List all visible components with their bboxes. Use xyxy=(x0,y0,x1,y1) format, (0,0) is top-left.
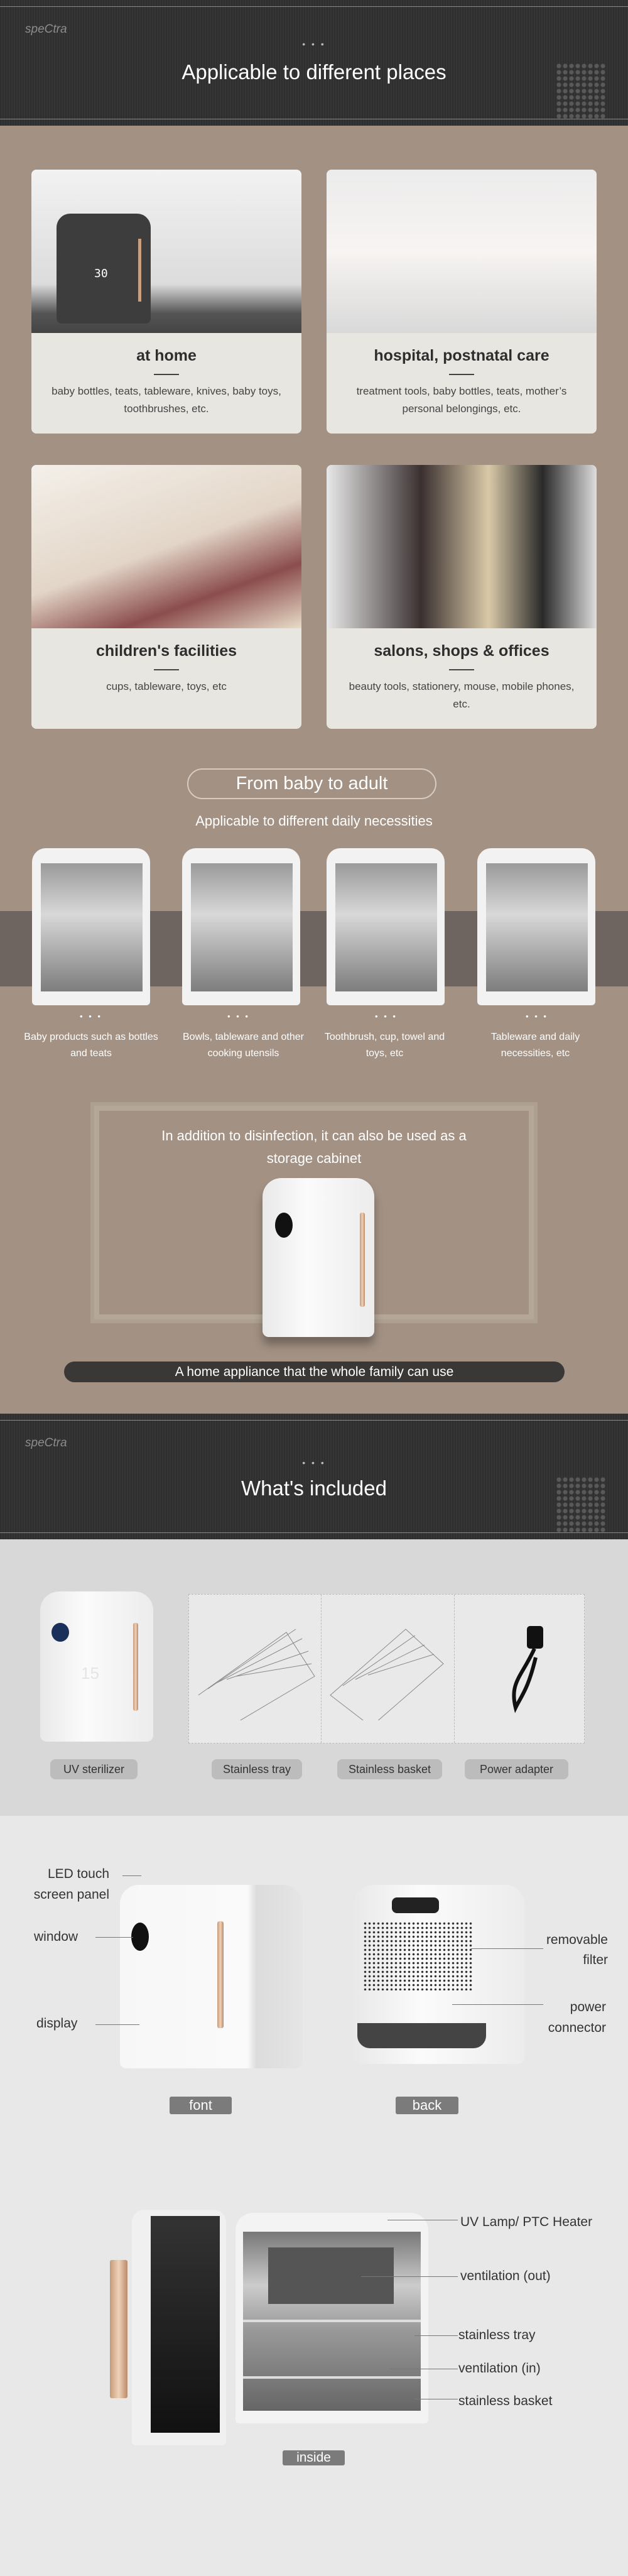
kitchen-photo: 30 xyxy=(31,170,301,333)
front-button[interactable]: font xyxy=(170,2097,232,2114)
brand-logo: speCtra xyxy=(25,1436,67,1449)
card-title: children's facilities xyxy=(95,642,237,660)
baby-to-adult-pill: From baby to adult xyxy=(187,768,436,799)
salon-photo xyxy=(327,465,597,628)
label-power: power xyxy=(570,2000,606,2014)
stainless-basket-image xyxy=(330,1629,444,1720)
place-card-salon: salons, shops & offices beauty tools, st… xyxy=(327,465,597,729)
label-stainless-basket: stainless basket xyxy=(458,2394,553,2408)
section-title: What's included xyxy=(241,1476,387,1500)
label-ventilation-out: ventilation (out) xyxy=(460,2269,551,2283)
label-filter: removable xyxy=(546,1933,608,1947)
header-dots: • • • xyxy=(302,1458,326,1468)
section-header-places: speCtra • • • Applicable to different pl… xyxy=(0,0,628,126)
cabinet-bottles xyxy=(32,848,150,1005)
section-header-included: speCtra • • • What's included xyxy=(0,1414,628,1539)
uv-sterilizer-image: 15 xyxy=(40,1591,153,1742)
label-stainless-tray: Stainless tray xyxy=(212,1759,302,1779)
card-desc: baby bottles, teats, tableware, knives, … xyxy=(51,385,281,415)
card-desc: treatment tools, baby bottles, teats, mo… xyxy=(356,385,567,415)
label-ventilation-in: ventilation (in) xyxy=(458,2361,541,2376)
children-photo xyxy=(31,465,301,628)
necessity-label: Bowls, tableware and other cooking utens… xyxy=(183,1032,304,1059)
label-stainless-basket: Stainless basket xyxy=(337,1759,442,1779)
place-card-hospital: hospital, postnatal care treatment tools… xyxy=(327,170,597,434)
card-title: salons, shops & offices xyxy=(374,642,550,660)
cabinet-toys xyxy=(327,848,445,1005)
brand-logo: speCtra xyxy=(25,23,67,36)
necessity-label: Baby products such as bottles and teats xyxy=(24,1032,158,1059)
accessories-panel xyxy=(188,1594,585,1744)
dots: • • • xyxy=(80,1012,102,1021)
label-led-2: screen panel xyxy=(33,1887,109,1902)
label-uv-sterilizer: UV sterilizer xyxy=(50,1759,138,1779)
label-window: window xyxy=(34,1929,78,1944)
label-power-adapter: Power adapter xyxy=(465,1759,568,1779)
necessity-label: Toothbrush, cup, towel and toys, etc xyxy=(324,1032,445,1059)
stainless-tray-image xyxy=(198,1629,315,1720)
card-title: hospital, postnatal care xyxy=(374,347,550,364)
card-desc: beauty tools, stationery, mouse, mobile … xyxy=(349,680,575,710)
power-adapter-image xyxy=(512,1626,543,1713)
label-display: display xyxy=(36,2016,78,2031)
sterilizer-image xyxy=(263,1178,374,1337)
place-card-children: children's facilities cups, tableware, t… xyxy=(31,465,301,729)
place-card-home: 30 at home baby bottles, teats, tablewar… xyxy=(31,170,301,434)
card-title: at home xyxy=(136,347,197,364)
necessity-label: Tableware and daily necessities, etc xyxy=(490,1032,580,1059)
front-view-image xyxy=(120,1885,302,2068)
label-uv-lamp: UV Lamp/ PTC Heater xyxy=(460,2215,593,2229)
section-title: Applicable to different places xyxy=(181,60,447,84)
card-desc: cups, tableware, toys, etc xyxy=(106,680,227,692)
dots: • • • xyxy=(526,1012,548,1021)
back-button[interactable]: back xyxy=(396,2097,458,2114)
cabinet-bowls xyxy=(182,848,300,1005)
dot-pattern-icon xyxy=(556,63,606,119)
back-view-image xyxy=(354,1885,524,2064)
family-banner: A home appliance that the whole family c… xyxy=(64,1362,565,1382)
label-power-2: connector xyxy=(548,2021,606,2035)
inside-button[interactable]: inside xyxy=(283,2450,345,2465)
dots: • • • xyxy=(375,1012,398,1021)
label-led: LED touch xyxy=(47,1867,109,1881)
dot-pattern-icon xyxy=(556,1476,606,1533)
cabinet-tableware xyxy=(477,848,595,1005)
label-filter-2: filter xyxy=(583,1953,608,1967)
necessities-subtitle: Applicable to different daily necessitie… xyxy=(195,813,433,829)
filter-grille xyxy=(363,1921,473,1990)
label-stainless-tray: stainless tray xyxy=(458,2328,536,2342)
hospital-photo xyxy=(327,170,597,333)
dots: • • • xyxy=(227,1012,250,1021)
header-dots: • • • xyxy=(302,39,326,49)
storage-text: In addition to disinfection, it can also… xyxy=(161,1128,467,1166)
inside-view-image xyxy=(110,2210,428,2446)
